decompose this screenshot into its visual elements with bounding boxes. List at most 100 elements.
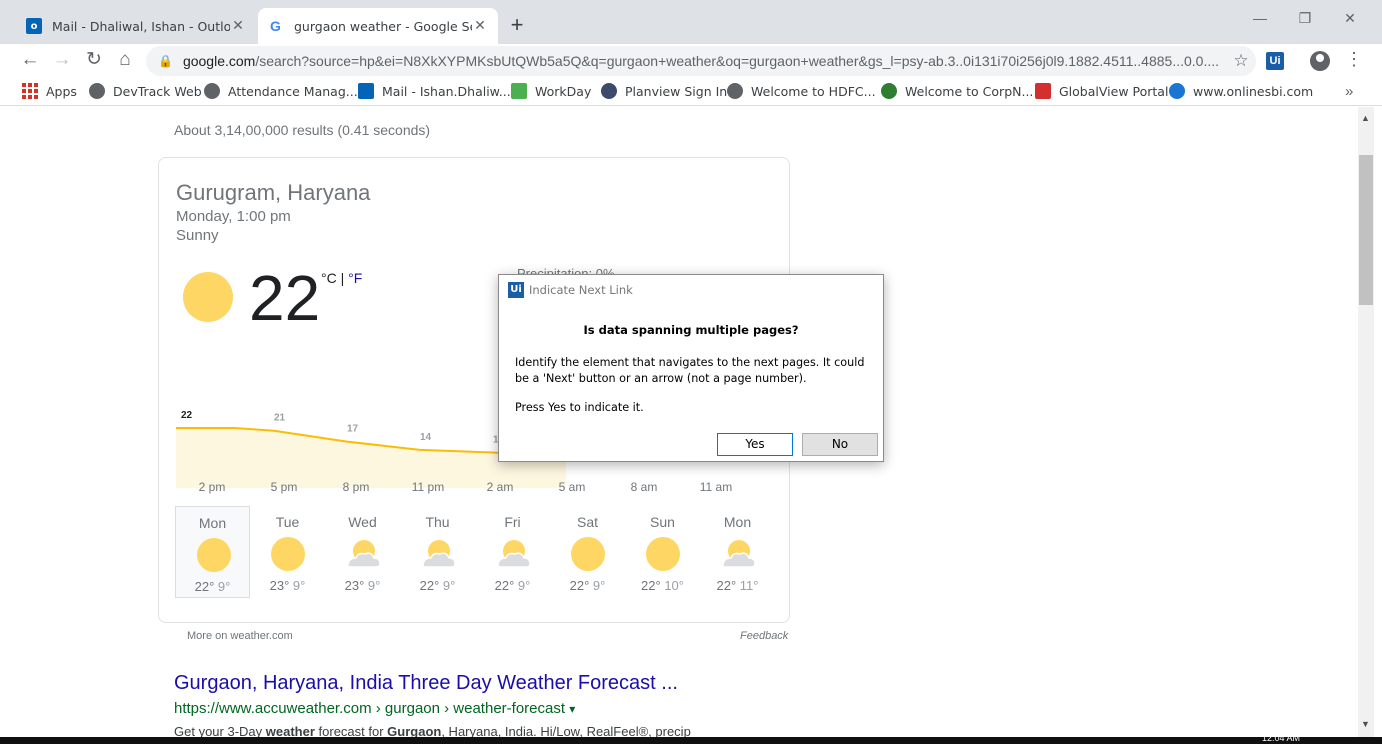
day-high: 22° [716, 578, 737, 593]
day-temperatures: 22° 11° [700, 578, 775, 593]
day-high: 22° [419, 578, 440, 593]
dialog-heading: Is data spanning multiple pages? [583, 323, 799, 337]
dialog-title: Indicate Next Link [529, 283, 633, 297]
chart-data-label: 14 [420, 432, 432, 443]
sunny-icon [644, 536, 682, 572]
day-high: 22° [641, 578, 661, 593]
bookmark-mail[interactable]: Mail - Ishan.Dhaliw... [358, 83, 511, 99]
partly-cloudy-icon [344, 536, 382, 572]
day-name: Mon [198, 515, 227, 531]
results-count: About 3,14,00,000 results (0.41 seconds) [174, 122, 431, 138]
reload-icon[interactable]: ↻ [82, 48, 106, 72]
scrollbar-thumb[interactable] [1359, 155, 1373, 305]
tab-outlook[interactable]: o Mail - Dhaliwal, Ishan - Outlook ✕ [16, 8, 256, 44]
feedback-link[interactable]: Feedback [740, 630, 788, 642]
day-low: 9° [292, 578, 306, 593]
day-forecast[interactable]: Mon 22° 11° [700, 506, 775, 598]
result-snippet: Get your 3-Day weather forecast for Gurg… [174, 724, 691, 737]
dialog-titlebar: Ui Indicate Next Link [499, 275, 883, 305]
dialog-instruction: Press Yes to indicate it. [515, 401, 644, 414]
bookmark-globalview[interactable]: GlobalView Portal [1035, 83, 1168, 99]
day-high: 22° [194, 579, 215, 594]
tab-label: gurgaon weather - Google Search [294, 18, 472, 34]
sunny-icon [195, 537, 233, 573]
more-on-weather-link[interactable]: More on weather.com [187, 630, 293, 642]
temperature-units: °C | °F [321, 270, 363, 286]
address-bar[interactable]: 🔒 google.com/search?source=hp&ei=N8XkXYP… [146, 46, 1256, 76]
bookmark-devtrack[interactable]: DevTrack Web [89, 83, 202, 99]
unit-fahrenheit[interactable]: °F [348, 270, 362, 286]
chart-data-label: 21 [274, 413, 286, 424]
weather-time: Monday, 1:00 pm [176, 208, 291, 225]
day-name: Wed [348, 514, 377, 530]
day-low: 9° [367, 578, 381, 593]
day-high: 22° [569, 578, 590, 593]
result-title-link[interactable]: Gurgaon, Haryana, India Three Day Weathe… [174, 672, 678, 695]
window-close-button[interactable]: ✕ [1340, 10, 1360, 27]
bookmarks-overflow-icon[interactable]: » [1345, 83, 1353, 100]
hour-label: 8 am [630, 480, 658, 494]
day-low: 9° [517, 578, 531, 593]
daily-forecast: Mon 22° 9° Tue 23° 9° Wed 23° 9° Thu 22° 9° Fri 2… [175, 506, 775, 598]
day-temperatures: 22° 9° [550, 578, 625, 593]
bookmark-onlinesbi[interactable]: www.onlinesbi.com [1169, 83, 1313, 99]
tab-close-icon[interactable]: ✕ [230, 18, 246, 34]
home-icon[interactable]: ⌂ [113, 48, 137, 72]
bookmark-corpnet[interactable]: Welcome to CorpN... [881, 83, 1033, 99]
day-forecast[interactable]: Tue 23° 9° [250, 506, 325, 598]
day-forecast[interactable]: Sat 22° 9° [550, 506, 625, 598]
taskbar: 12:04 AM [0, 733, 1382, 744]
scroll-down-icon[interactable]: ▼ [1361, 719, 1370, 729]
planview-icon [601, 83, 617, 99]
bookmark-workday[interactable]: WorkDay [511, 83, 591, 99]
bookmark-star-icon[interactable]: ☆ [1226, 51, 1256, 71]
uipath-logo-icon: Ui [508, 282, 524, 298]
tab-close-icon[interactable]: ✕ [472, 18, 488, 34]
forward-icon[interactable]: → [50, 48, 74, 72]
day-forecast[interactable]: Fri 22° 9° [475, 506, 550, 598]
tab-label: Mail - Dhaliwal, Ishan - Outlook [52, 18, 230, 34]
partly-cloudy-icon [419, 536, 457, 572]
day-temperatures: 23° 9° [250, 578, 325, 593]
chevron-down-icon[interactable]: ▾ [569, 702, 575, 716]
hour-label: 11 am [699, 480, 733, 494]
day-high: 23° [269, 578, 290, 593]
restore-button[interactable]: ❐ [1295, 10, 1315, 27]
browser-menu-icon[interactable]: ⋮ [1345, 49, 1363, 70]
day-forecast[interactable]: Wed 23° 9° [325, 506, 400, 598]
bookmark-apps[interactable]: Apps [22, 83, 77, 99]
day-low: 9° [217, 579, 231, 594]
yes-button[interactable]: Yes [717, 433, 793, 456]
day-name: Sun [650, 514, 675, 530]
day-forecast[interactable]: Mon 22° 9° [175, 506, 250, 598]
bookmark-attendance[interactable]: Attendance Manag... [204, 83, 358, 99]
partly-cloudy-icon [719, 536, 757, 572]
minimize-button[interactable]: — [1250, 10, 1270, 26]
bookmark-hdfc[interactable]: Welcome to HDFC... [727, 83, 876, 99]
day-forecast[interactable]: Sun 22° 10° [625, 506, 700, 598]
day-low: 11° [739, 578, 759, 593]
no-button[interactable]: No [802, 433, 878, 456]
day-temperatures: 23° 9° [325, 578, 400, 593]
tab-google-search[interactable]: G gurgaon weather - Google Search ✕ [258, 8, 498, 44]
page-scrollbar[interactable]: ▲ ▼ [1358, 107, 1374, 737]
profile-avatar-icon[interactable] [1310, 51, 1330, 71]
bookmarks-bar: Apps DevTrack Web Attendance Manag... Ma… [0, 78, 1382, 106]
day-forecast[interactable]: Thu 22° 9° [400, 506, 475, 598]
back-icon[interactable]: ← [18, 48, 42, 72]
chart-data-label: 22 [181, 410, 193, 421]
bookmark-planview[interactable]: Planview Sign In [601, 83, 727, 99]
day-temperatures: 22° 9° [176, 579, 249, 594]
day-high: 22° [494, 578, 515, 593]
unit-celsius[interactable]: °C [321, 270, 337, 286]
new-tab-button[interactable]: + [505, 12, 529, 38]
day-temperatures: 22° 9° [400, 578, 475, 593]
outlook-icon [358, 83, 374, 99]
uipath-extension-icon[interactable]: Ui [1266, 52, 1284, 70]
day-low: 10° [664, 578, 684, 593]
sbi-icon [1169, 83, 1185, 99]
hourly-labels: 2 pm 5 pm 8 pm 11 pm 2 am 5 am 8 am 11 am [159, 480, 791, 496]
day-temperatures: 22° 9° [475, 578, 550, 593]
scroll-up-icon[interactable]: ▲ [1361, 113, 1370, 123]
day-name: Tue [275, 514, 300, 530]
